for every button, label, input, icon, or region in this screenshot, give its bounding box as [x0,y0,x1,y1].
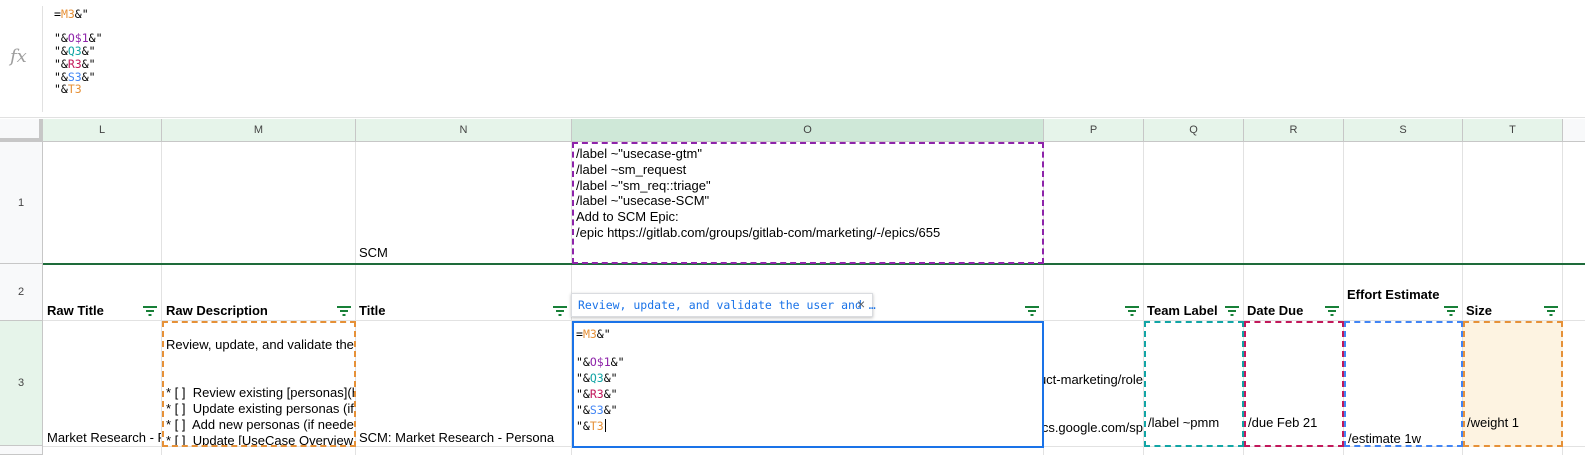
cell-t3-text: /weight 1 [1467,415,1520,430]
cell-p3-line1[interactable]: uct-marketing/role [1044,372,1143,387]
cell-p3-text: uct-marketing/role [1044,372,1143,387]
formula-token: &" [603,370,618,385]
header-date-due[interactable]: Date Due [1247,303,1303,318]
cell-o1[interactable]: /label ~"usecase-gtm" /label ~sm_request… [572,142,1044,264]
cell-p3-text: ocs.google.com/sp [1044,420,1143,435]
filter-icon[interactable] [553,306,567,316]
text-caret [604,418,606,432]
row-header-3[interactable]: 3 [0,321,43,446]
checklist-item: * [ ] Add new personas (if neede [166,417,354,432]
formula-line [576,342,625,354]
column-header-u[interactable] [1563,119,1585,142]
formula-token: = [54,7,61,21]
formula-bar [0,0,1585,118]
formula-token: &" [603,386,618,401]
formula-token: &" [603,402,618,417]
formula-token: &" [596,327,611,341]
formula-token: "& [576,418,590,433]
cell-r3-text: /due Feb 21 [1248,415,1318,430]
cell-s3-text: /estimate 1w [1348,431,1421,446]
filter-icon[interactable] [337,306,351,316]
cell-reference: S3 [589,402,604,417]
formula-preview-tooltip[interactable]: Review, update, and validate the user an… [571,293,876,317]
cell-reference: T3 [67,82,82,97]
cell-m3[interactable]: Review, update, and validate the * [ ] R… [162,321,356,447]
column-header-r[interactable]: R [1244,119,1344,142]
formula-line: "&T3 [576,418,625,434]
cell-reference: O$1 [589,354,611,369]
close-icon[interactable]: × [857,296,865,312]
cell-t3[interactable]: /weight 1 [1463,321,1563,447]
formula-line: "&T3 [54,83,103,96]
column-header-o[interactable]: O [572,119,1044,142]
header-effort-estimate[interactable]: Effort Estimate [1347,287,1439,302]
formula-token: "& [54,82,68,97]
cell-l3[interactable]: Market Research - P [47,430,161,445]
formula-token: &" [74,7,89,21]
formula-line: "&S3&" [576,402,625,418]
filter-icon[interactable] [1225,306,1239,316]
formula-bar-divider [42,6,43,112]
column-header-s[interactable]: S [1344,119,1463,142]
cell-n1[interactable]: SCM [359,245,388,260]
cell-reference: M3 [60,7,75,21]
filter-icon[interactable] [1544,306,1558,316]
checklist-item: * [ ] Update existing personas (if [166,401,354,416]
row-header-4[interactable] [0,446,43,455]
header-raw-description[interactable]: Raw Description [166,303,268,318]
formula-token: = [576,327,583,341]
cell-q3[interactable]: /label ~pmm [1144,321,1244,447]
column-header-l[interactable]: L [43,119,162,142]
active-cell-editor-o3[interactable]: =M3&" "&O$1&" "&Q3&" "&R3&" "&S3&" "&T3 [572,321,1044,448]
filter-icon[interactable] [1025,306,1039,316]
formula-line: "&O$1&" [576,354,625,370]
formula-token: "& [576,354,590,369]
column-header-n[interactable]: N [356,119,572,142]
column-header-q[interactable]: Q [1144,119,1244,142]
formula-line: =M3&" [54,8,103,21]
formula-token: "& [576,370,590,385]
cell-q3-text: /label ~pmm [1148,415,1220,430]
cell-reference: T3 [589,418,604,433]
cell-s3[interactable]: /estimate 1w [1344,321,1463,447]
select-all-corner[interactable] [0,119,43,142]
row-header-1[interactable]: 1 [0,142,43,264]
checklist-item: * [ ] Review existing [personas](h [166,385,356,400]
column-header-p[interactable]: P [1044,119,1144,142]
column-header-t[interactable]: T [1463,119,1563,142]
header-size[interactable]: Size [1466,303,1492,318]
filter-icon[interactable] [143,306,157,316]
cell-reference: Q3 [589,370,604,385]
header-title[interactable]: Title [359,303,386,318]
row-header-2[interactable]: 2 [0,264,43,321]
fx-icon: fx [10,46,27,67]
formula-token: "& [576,386,590,401]
column-header-m[interactable]: M [162,119,356,142]
filter-icon[interactable] [1444,306,1458,316]
cell-reference: M3 [582,327,597,341]
cell-m3-list: * [ ] Review existing [personas](h * [ ] … [166,385,356,447]
cell-o3-formula[interactable]: =M3&" "&O$1&" "&Q3&" "&R3&" "&S3&" "&T3 [576,326,625,434]
cell-m3-text: Review, update, and validate the [166,337,354,352]
cell-p3-line2[interactable]: ocs.google.com/sp [1044,420,1143,435]
header-team-label[interactable]: Team Label [1147,303,1218,318]
formula-token: &" [81,69,96,84]
tooltip-text: Review, update, and validate the user an… [578,298,876,312]
cell-reference: R3 [589,386,604,401]
cell-r3[interactable]: /due Feb 21 [1244,321,1344,447]
formula-line: "&Q3&" [576,370,625,386]
formula-token: &" [610,354,625,369]
formula-input[interactable]: =M3&" "&O$1&" "&Q3&" "&R3&" "&S3&" "&T3 [54,8,103,96]
filter-icon[interactable] [1125,306,1139,316]
checklist-item: * [ ] Update [UseCase Overview [166,433,354,447]
formula-line: "&R3&" [576,386,625,402]
formula-line: =M3&" [576,326,625,342]
filter-icon[interactable] [1325,306,1339,316]
cell-n3[interactable]: SCM: Market Research - Persona [359,430,571,445]
header-raw-title[interactable]: Raw Title [47,303,104,318]
formula-token: "& [576,402,590,417]
